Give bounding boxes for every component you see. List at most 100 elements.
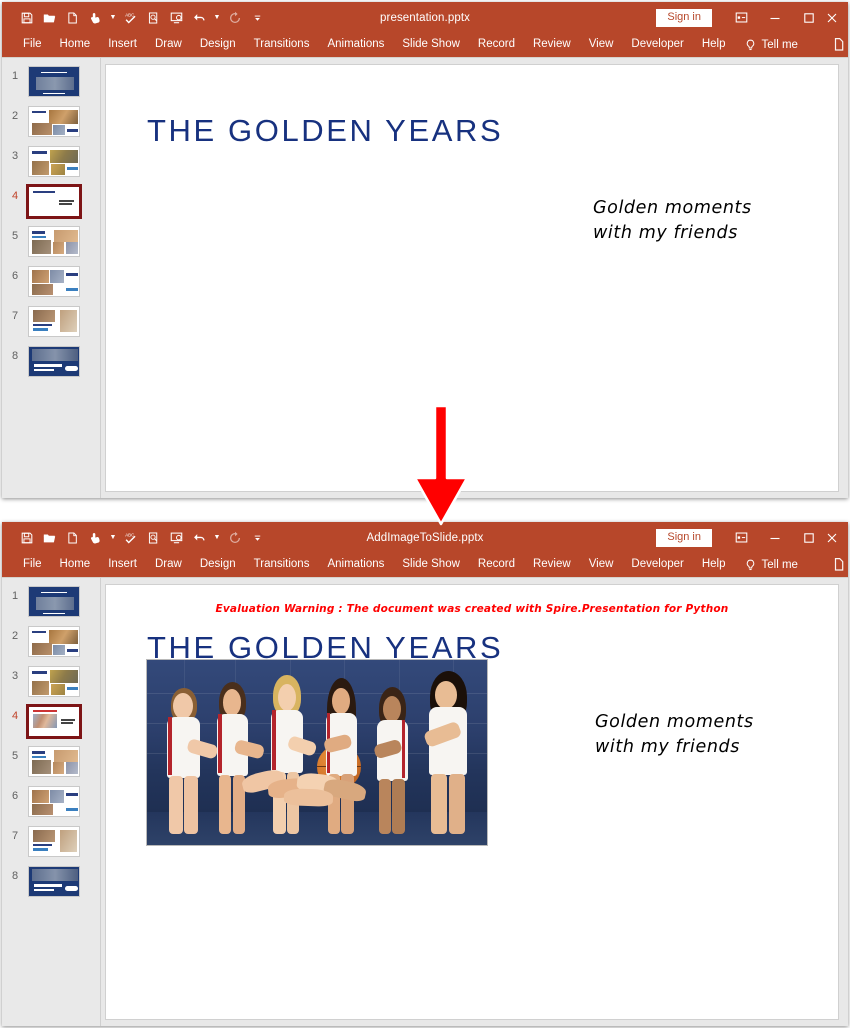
menu-item-slide-show[interactable]: Slide Show <box>393 557 469 574</box>
slide-title-text[interactable]: THE GOLDEN YEARS <box>147 113 503 149</box>
slide-thumbnail-8[interactable]: 8 <box>2 346 100 386</box>
slide-thumb-image[interactable] <box>28 266 80 297</box>
slide-canvas[interactable]: Evaluation Warning : The document was cr… <box>105 584 839 1020</box>
slide-subtitle-text[interactable]: Golden moments with my friends <box>593 196 752 246</box>
save-icon[interactable] <box>16 7 37 29</box>
slide-thumbnail-7[interactable]: 7 <box>2 306 100 346</box>
slide-thumb-image[interactable] <box>28 746 80 777</box>
undo-icon[interactable] <box>189 7 210 29</box>
menu-item-draw[interactable]: Draw <box>146 557 191 574</box>
sign-in-button[interactable]: Sign in <box>656 8 712 27</box>
undo-icon[interactable] <box>189 527 210 549</box>
touch-mode-chevron-down-icon[interactable]: ▼ <box>108 7 118 29</box>
menu-item-developer[interactable]: Developer <box>622 557 692 574</box>
open-folder-icon[interactable] <box>39 527 60 549</box>
print-preview-icon[interactable] <box>143 7 164 29</box>
slide-thumb-image[interactable] <box>28 306 80 337</box>
slide-thumbnail-5[interactable]: 5 <box>2 226 100 266</box>
slide-thumbnail-4[interactable]: 4 <box>2 704 100 746</box>
menu-item-home[interactable]: Home <box>51 557 100 574</box>
slide-thumb-image[interactable] <box>28 786 80 817</box>
start-slideshow-icon[interactable] <box>166 527 187 549</box>
slide-thumb-image[interactable] <box>28 146 80 177</box>
sign-in-button[interactable]: Sign in <box>656 528 712 547</box>
close-icon[interactable] <box>826 2 848 33</box>
touch-mode-chevron-down-icon[interactable]: ▼ <box>108 527 118 549</box>
share-icon[interactable] <box>832 37 846 57</box>
menu-item-insert[interactable]: Insert <box>99 557 146 574</box>
start-slideshow-icon[interactable] <box>166 7 187 29</box>
ribbon-display-options-icon[interactable] <box>724 522 758 553</box>
menu-item-transitions[interactable]: Transitions <box>245 557 319 574</box>
slide-thumbnail-6[interactable]: 6 <box>2 266 100 306</box>
slide-thumb-image[interactable] <box>28 666 80 697</box>
slide-thumb-image[interactable] <box>28 226 80 257</box>
customize-qat-icon[interactable] <box>247 527 268 549</box>
menu-item-help[interactable]: Help <box>693 557 735 574</box>
maximize-icon[interactable] <box>792 522 826 553</box>
menu-item-insert[interactable]: Insert <box>99 37 146 54</box>
slide-thumb-image[interactable] <box>28 106 80 137</box>
slide-thumbnail-4[interactable]: 4 <box>2 184 100 226</box>
tell-me-search[interactable]: Tell me <box>735 559 798 572</box>
minimize-icon[interactable] <box>758 2 792 33</box>
slide-thumb-image[interactable] <box>26 704 82 739</box>
minimize-icon[interactable] <box>758 522 792 553</box>
menu-item-animations[interactable]: Animations <box>318 557 393 574</box>
slide-thumbnail-pane[interactable]: 1 2 3 4 5 6 7 8 <box>2 58 101 498</box>
menu-item-transitions[interactable]: Transitions <box>245 37 319 54</box>
menu-item-review[interactable]: Review <box>524 557 580 574</box>
touch-mode-icon[interactable] <box>85 7 106 29</box>
menu-item-help[interactable]: Help <box>693 37 735 54</box>
save-icon[interactable] <box>16 527 37 549</box>
new-document-icon[interactable] <box>62 527 83 549</box>
menu-item-view[interactable]: View <box>580 37 623 54</box>
redo-icon[interactable] <box>224 7 245 29</box>
menu-item-record[interactable]: Record <box>469 557 524 574</box>
slide-thumbnail-7[interactable]: 7 <box>2 826 100 866</box>
slide-thumb-image[interactable] <box>28 866 80 897</box>
slide-thumbnail-5[interactable]: 5 <box>2 746 100 786</box>
menu-item-draw[interactable]: Draw <box>146 37 191 54</box>
slide-thumbnail-pane[interactable]: 1 2 3 4 5 6 7 8 <box>2 578 101 1026</box>
customize-qat-icon[interactable] <box>247 7 268 29</box>
tell-me-search[interactable]: Tell me <box>735 39 798 52</box>
redo-icon[interactable] <box>224 527 245 549</box>
slide-thumb-image[interactable] <box>28 346 80 377</box>
slide-thumb-image[interactable] <box>26 184 82 219</box>
open-folder-icon[interactable] <box>39 7 60 29</box>
menu-item-design[interactable]: Design <box>191 37 245 54</box>
undo-chevron-down-icon[interactable]: ▼ <box>212 527 222 549</box>
menu-item-review[interactable]: Review <box>524 37 580 54</box>
slide-thumbnail-3[interactable]: 3 <box>2 666 100 706</box>
menu-item-view[interactable]: View <box>580 557 623 574</box>
menu-item-animations[interactable]: Animations <box>318 37 393 54</box>
menu-item-file[interactable]: File <box>14 557 51 574</box>
slide-subtitle-text[interactable]: Golden moments with my friends <box>595 710 754 760</box>
maximize-icon[interactable] <box>792 2 826 33</box>
slide-thumbnail-1[interactable]: 1 <box>2 66 100 106</box>
ribbon-display-options-icon[interactable] <box>724 2 758 33</box>
slide-thumbnail-1[interactable]: 1 <box>2 586 100 626</box>
slide-thumbnail-3[interactable]: 3 <box>2 146 100 186</box>
undo-chevron-down-icon[interactable]: ▼ <box>212 7 222 29</box>
slide-thumb-image[interactable] <box>28 66 80 97</box>
slide-image-basketball-team[interactable] <box>146 659 488 846</box>
new-document-icon[interactable] <box>62 7 83 29</box>
slide-thumb-image[interactable] <box>28 586 80 617</box>
slide-thumb-image[interactable] <box>28 826 80 857</box>
menu-item-record[interactable]: Record <box>469 37 524 54</box>
spelling-abc-icon[interactable]: ABC <box>120 527 141 549</box>
slide-thumbnail-2[interactable]: 2 <box>2 106 100 146</box>
slide-thumbnail-6[interactable]: 6 <box>2 786 100 826</box>
menu-item-developer[interactable]: Developer <box>622 37 692 54</box>
menu-item-design[interactable]: Design <box>191 557 245 574</box>
share-icon[interactable] <box>832 557 846 577</box>
menu-item-file[interactable]: File <box>14 37 51 54</box>
slide-thumbnail-2[interactable]: 2 <box>2 626 100 666</box>
menu-item-home[interactable]: Home <box>51 37 100 54</box>
slide-thumb-image[interactable] <box>28 626 80 657</box>
spelling-abc-icon[interactable]: ABC <box>120 7 141 29</box>
print-preview-icon[interactable] <box>143 527 164 549</box>
menu-item-slide-show[interactable]: Slide Show <box>393 37 469 54</box>
